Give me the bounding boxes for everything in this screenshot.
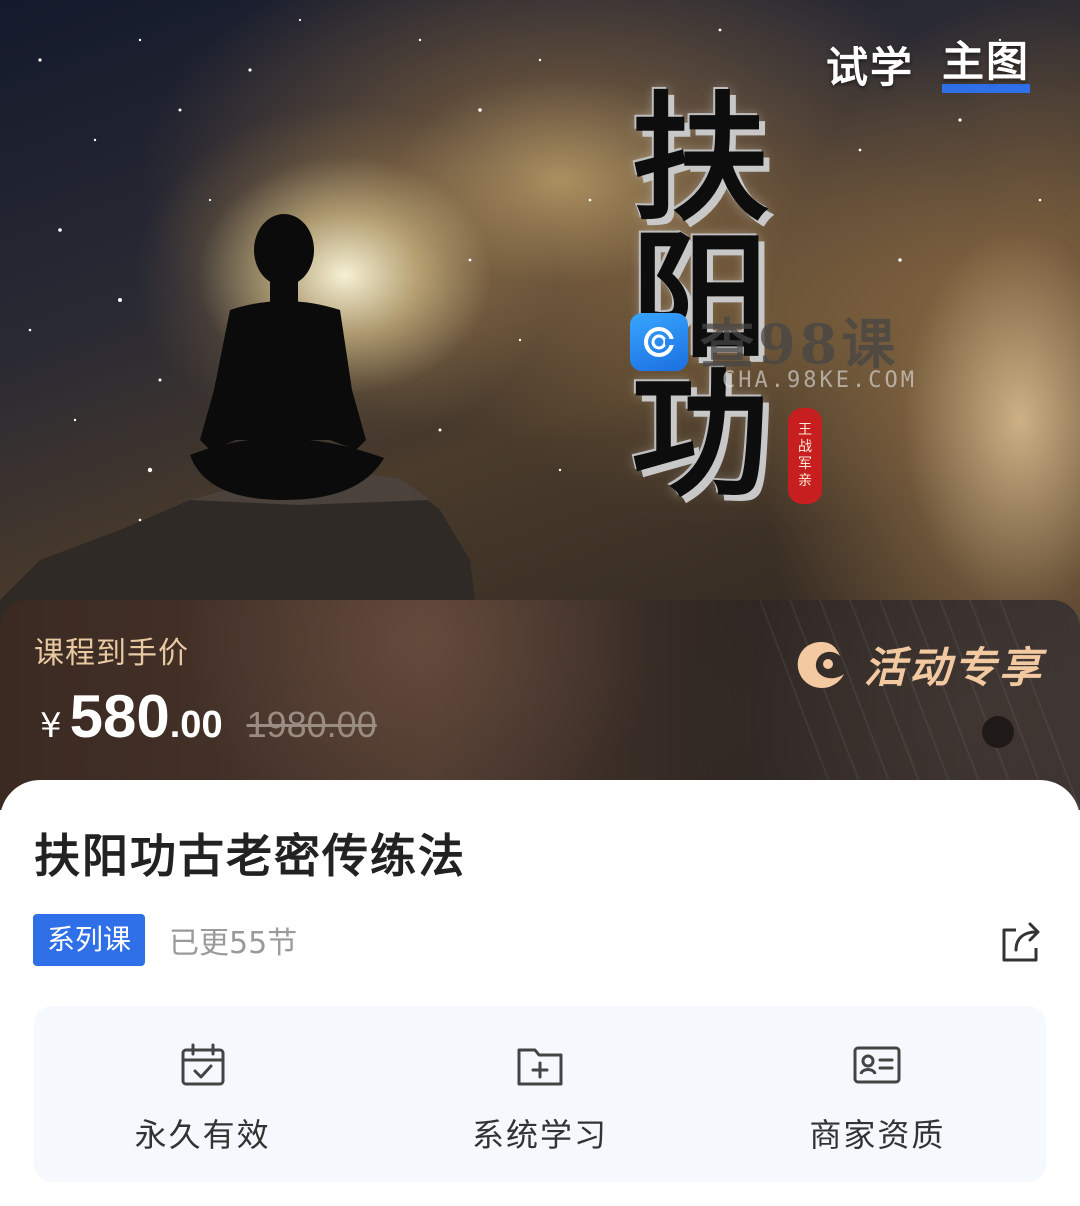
current-price-integer: 580 [69, 683, 170, 750]
poster-title-char: 扶 [630, 77, 769, 240]
calendar-check-icon [181, 1043, 225, 1086]
feature-merchant-qualification[interactable]: 商家资质 [709, 1006, 1046, 1182]
tab-trial[interactable]: 试学 [826, 43, 914, 93]
id-card-icon [853, 1046, 901, 1084]
share-icon[interactable] [996, 918, 1044, 966]
red-seal-stamp: 王战军亲 [788, 408, 822, 504]
seal-text: 王战军亲 [798, 422, 812, 489]
poster-title: 扶 阳 功 [610, 90, 790, 504]
course-title: 扶阳功古老密传练法 [34, 829, 466, 883]
price-row: ¥ 580 .00 1980.00 [40, 682, 377, 751]
media-tabs: 试学 主图 [826, 40, 1030, 93]
feature-highlights: 永久有效 系统学习 商家资质 [34, 1006, 1046, 1182]
series-course-tag: 系列课 [33, 914, 146, 966]
currency-symbol: ¥ [40, 706, 62, 746]
folder-plus-icon [517, 1048, 563, 1086]
feature-label: 系统学习 [471, 1116, 608, 1154]
feature-label: 永久有效 [134, 1116, 271, 1154]
activity-badge: 活动专享 [792, 634, 1044, 695]
feature-label: 商家资质 [809, 1116, 946, 1154]
activity-logo-icon [797, 641, 844, 688]
course-cover-image: 试学 主图 扶 阳 功 王战军亲 查98课 CHA.98KE.COM [0, 0, 1080, 640]
course-meta-row: 系列课 已更55节 [33, 914, 297, 966]
feature-permanent: 永久有效 [34, 1006, 371, 1182]
price-label: 课程到手价 [34, 636, 189, 671]
course-info-panel: 扶阳功古老密传练法 系列课 已更55节 永久有效 系统学习 商家资质 [0, 780, 1080, 1206]
original-price: 1980.00 [246, 704, 377, 745]
meditating-figure-silhouette [190, 214, 384, 500]
watermark-url: CHA.98KE.COM [722, 368, 917, 393]
tab-main-image[interactable]: 主图 [941, 40, 1030, 93]
feature-systematic: 系统学习 [371, 1006, 708, 1182]
update-count: 已更55节 [169, 926, 298, 961]
current-price-decimal: .00 [169, 704, 223, 746]
banner-decoration [760, 600, 1080, 810]
price-banner: 课程到手价 ¥ 580 .00 1980.00 活动专享 [0, 600, 1080, 810]
watermark-logo-icon [630, 313, 688, 371]
activity-label: 活动专享 [863, 643, 1044, 692]
